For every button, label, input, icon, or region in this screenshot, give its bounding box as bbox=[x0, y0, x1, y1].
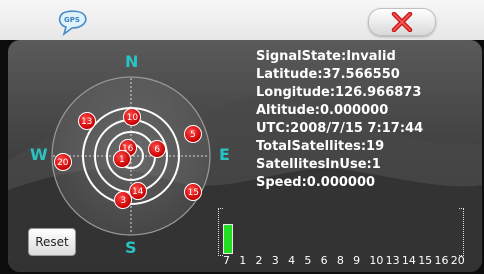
signal-chart-label: 7 bbox=[223, 254, 230, 267]
signal-chart-label: 13 bbox=[385, 254, 400, 267]
total-satellites-text: TotalSatellites:19 bbox=[256, 139, 385, 154]
compass-east: E bbox=[219, 145, 230, 164]
utc-text: UTC:2008/7/15 7:17:44 bbox=[256, 121, 424, 136]
signal-strength-chart bbox=[218, 208, 464, 256]
satellite-marker: 6 bbox=[148, 139, 167, 158]
signal-chart-label: 15 bbox=[418, 254, 433, 267]
signal-chart-label: 2 bbox=[255, 254, 263, 267]
signal-chart-label: 3 bbox=[271, 254, 279, 267]
longitude-text: Longitude:126.966873 bbox=[256, 85, 422, 100]
altitude-text: Altitude:0.000000 bbox=[256, 103, 389, 118]
satellites-in-use-text: SatellitesInUse:1 bbox=[256, 157, 381, 172]
gps-info-panel: SignalState:Invalid Latitude:37.566550 L… bbox=[256, 48, 423, 192]
signal-chart-label: 8 bbox=[336, 254, 344, 267]
signal-chart-label: 16 bbox=[434, 254, 449, 267]
signal-state-text: SignalState:Invalid bbox=[256, 49, 396, 64]
chart-right-bracket bbox=[459, 208, 464, 256]
compass-south: S bbox=[125, 238, 137, 257]
compass-north: N bbox=[125, 52, 139, 71]
satellite-marker: 20 bbox=[53, 153, 72, 171]
satellite-marker: 13 bbox=[77, 112, 96, 131]
signal-chart-label: 9 bbox=[353, 254, 361, 267]
reset-button[interactable]: Reset bbox=[28, 228, 76, 256]
signal-bar bbox=[223, 224, 233, 254]
signal-chart-label: 1 bbox=[239, 254, 247, 267]
signal-chart-labels: 7 1 2 3 4 5 6 8 9 10 13 14 15 16 20 bbox=[222, 254, 466, 268]
signal-chart-label: 6 bbox=[320, 254, 328, 267]
compass-west: W bbox=[30, 145, 48, 164]
satellite-marker: 5 bbox=[183, 124, 202, 143]
signal-chart-label: 14 bbox=[401, 254, 416, 267]
gps-window: GPS N E S W 10 13 5 6 16 20 1 15 14 3 Si… bbox=[0, 0, 484, 274]
signal-chart-label: 10 bbox=[369, 254, 384, 267]
signal-chart-label: 4 bbox=[288, 254, 296, 267]
satellite-marker: 10 bbox=[123, 107, 142, 126]
signal-chart-label: 5 bbox=[304, 254, 312, 267]
signal-chart-label: 20 bbox=[450, 254, 465, 267]
speed-text: Speed:0.000000 bbox=[256, 175, 376, 190]
latitude-text: Latitude:37.566550 bbox=[256, 67, 400, 82]
